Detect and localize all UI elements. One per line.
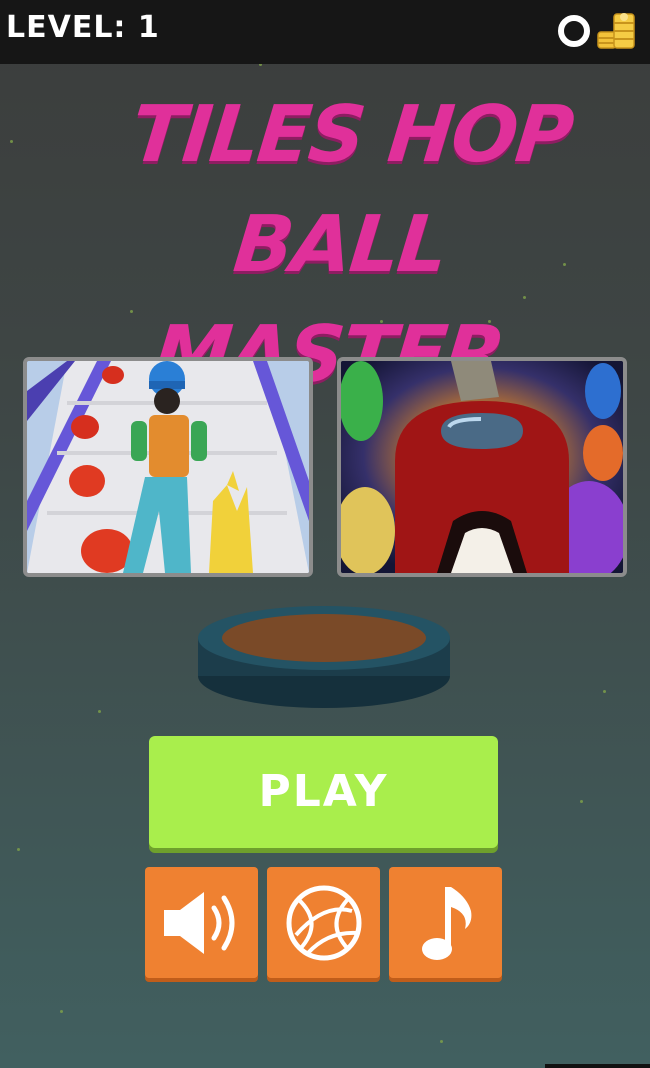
star — [580, 800, 583, 803]
bottom-edge-bar — [545, 1064, 650, 1068]
sound-button[interactable] — [145, 867, 258, 978]
star — [60, 1010, 63, 1013]
speaker-icon — [163, 891, 234, 954]
impostor-game-image — [341, 361, 623, 573]
coin-stack-icon — [597, 13, 635, 49]
impostor-game-thumbnail[interactable] — [337, 357, 627, 577]
star — [98, 710, 101, 713]
music-note-icon — [421, 886, 471, 960]
basketball-icon — [286, 885, 361, 960]
star — [17, 848, 20, 851]
game-title-line1: TILES HOP BALL — [127, 90, 576, 290]
ball-platform — [198, 606, 450, 708]
level-indicator: LEVEL: 1 — [6, 10, 160, 45]
runner-game-image — [27, 361, 309, 573]
ball-select-button[interactable] — [267, 867, 380, 978]
coin-ring-icon — [558, 15, 590, 47]
star — [440, 1040, 443, 1043]
star — [10, 140, 13, 143]
music-button[interactable] — [389, 867, 502, 978]
top-hud-bar: LEVEL: 1 — [0, 0, 650, 64]
play-button[interactable]: PLAY — [149, 736, 498, 848]
star — [603, 690, 606, 693]
runner-game-thumbnail[interactable] — [23, 357, 313, 577]
